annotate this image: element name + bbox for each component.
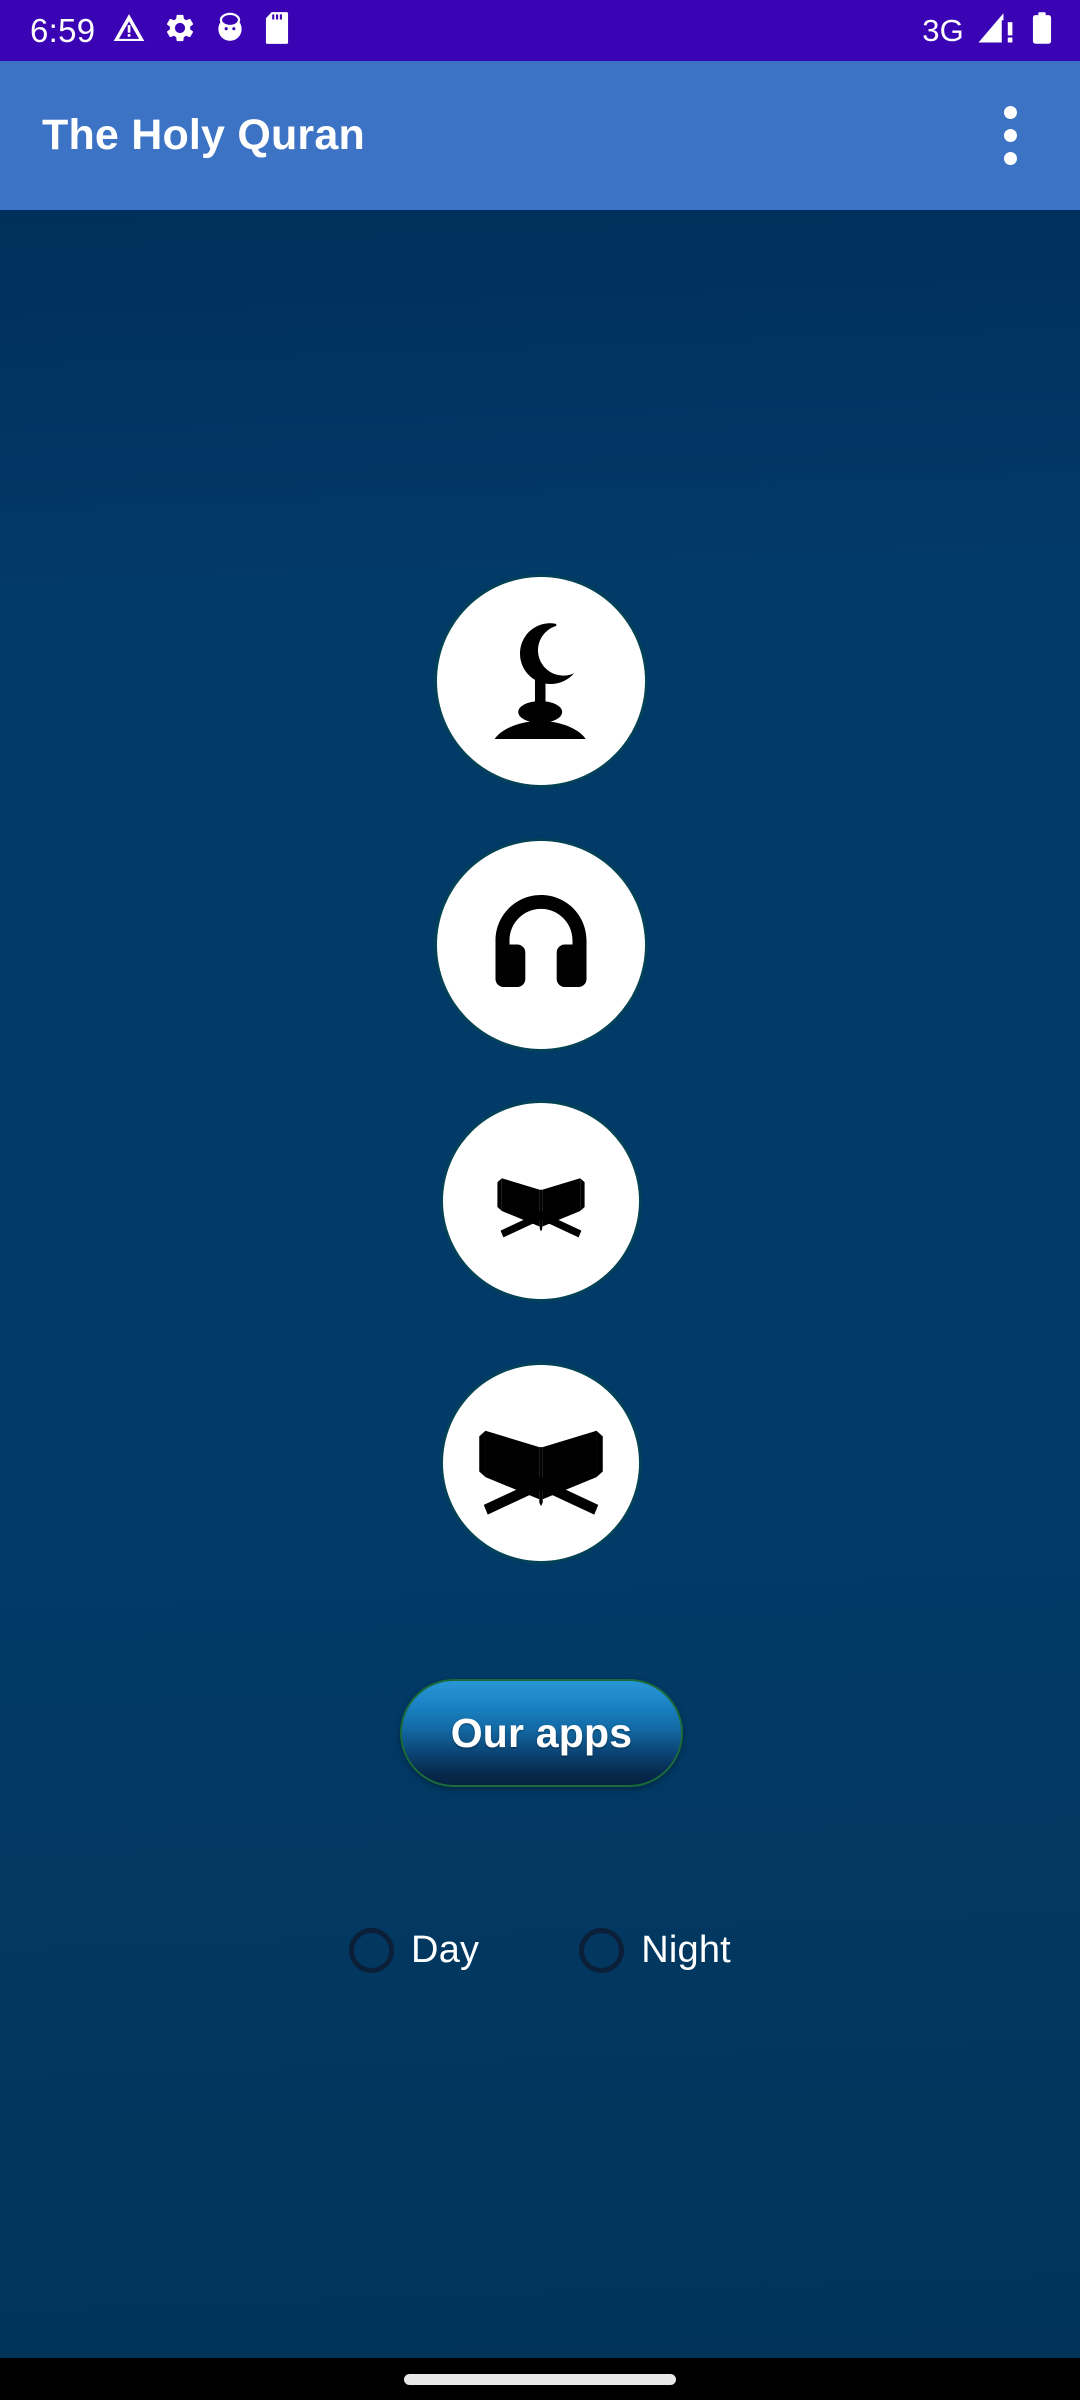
headphones-icon [487,893,595,997]
our-apps-button[interactable]: Our apps [400,1679,683,1787]
page-title: The Holy Quran [42,111,365,159]
sd-card-icon [263,11,291,50]
status-bar-clock: 6:59 [30,12,96,49]
quran-read-button[interactable] [443,1103,639,1299]
quran-rehal-small-icon [493,1160,589,1242]
signal-bars-warning-icon [977,11,1017,50]
overflow-dot [1003,152,1017,165]
quran-rehal-large-icon [473,1404,609,1522]
network-type-label: 3G [922,13,964,48]
app-bar: The Holy Quran [0,61,1080,210]
status-bar-right: 3G [922,11,1054,50]
app-screen: 6:59 3G The Holy Quran Our apps Day Nigh… [0,0,1080,2400]
overflow-dot [1003,106,1017,119]
theme-mode-group: Day Night [0,1907,1080,1993]
radio-label-night: Night [641,1928,731,1971]
radio-label-day: Day [411,1928,480,1971]
quran-browse-button[interactable] [443,1365,639,1561]
radio-option-night[interactable]: Night [579,1927,731,1973]
overflow-dot [1003,129,1017,142]
system-navigation-bar [0,2358,1080,2400]
radio-circle-day-icon[interactable] [349,1927,395,1973]
gear-icon [163,11,197,50]
android-debug-icon [214,11,246,50]
status-bar: 6:59 3G [0,0,1080,61]
warning-triangle-icon [112,11,146,50]
mosque-crescent-button[interactable] [437,577,645,785]
home-gesture-pill[interactable] [404,2373,676,2385]
radio-option-day[interactable]: Day [349,1927,480,1973]
mosque-crescent-icon [483,615,599,747]
our-apps-label: Our apps [450,1709,633,1756]
main-content: Our apps Day Night [0,210,1080,2358]
status-bar-left: 6:59 [30,11,291,50]
audio-button[interactable] [437,841,645,1049]
overflow-menu-icon[interactable] [974,90,1046,182]
radio-circle-night-icon[interactable] [579,1927,625,1973]
battery-full-icon [1030,11,1054,50]
